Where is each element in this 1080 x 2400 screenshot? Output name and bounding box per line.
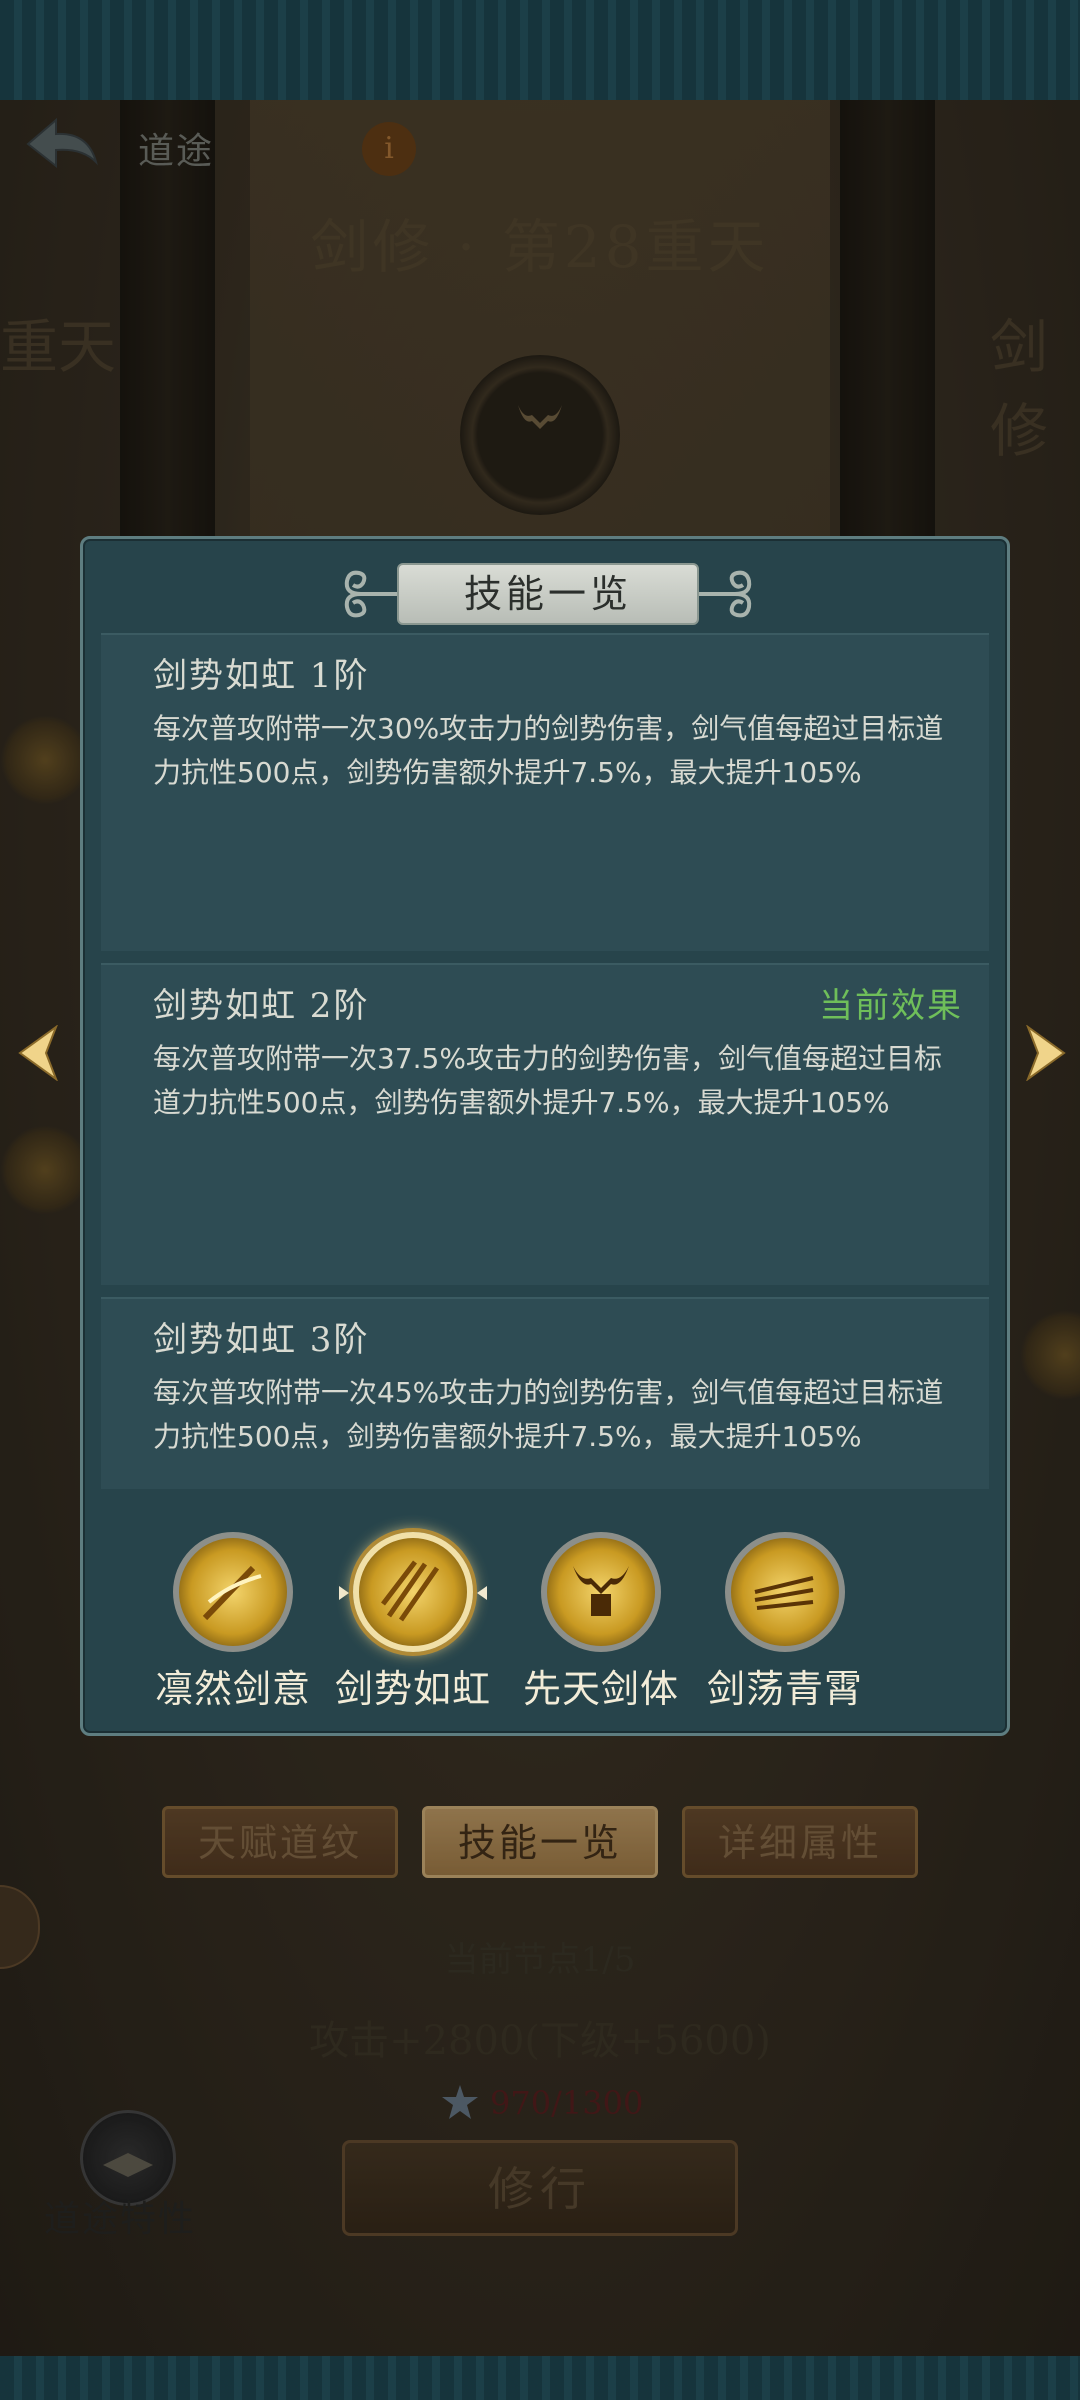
- skill-option-selected[interactable]: 剑势如虹: [323, 1532, 503, 1722]
- sword-slash-icon: [173, 1532, 293, 1652]
- tier-description: 每次普攻附带一次45%攻击力的剑势伤害，剑气值每超过目标道力抗性500点，剑势伤…: [153, 1376, 944, 1453]
- tier-description: 每次普攻附带一次37.5%攻击力的剑势伤害，剑气值每超过目标道力抗性500点，剑…: [153, 1042, 942, 1119]
- skill-overview-dialog: 技能一览 剑势如虹 1阶 每次普攻附带一次30%攻击力的剑势伤害，剑气值每超过目…: [80, 536, 1010, 1736]
- flying-swords-icon: [725, 1532, 845, 1652]
- top-decor-strip: [0, 0, 1080, 100]
- tier-description: 每次普攻附带一次30%攻击力的剑势伤害，剑气值每超过目标道力抗性500点，剑势伤…: [153, 712, 944, 789]
- current-effect-badge: 当前效果: [819, 986, 963, 1026]
- skill-label: 先天剑体: [522, 1667, 679, 1711]
- tier-card-1: 剑势如虹 1阶 每次普攻附带一次30%攻击力的剑势伤害，剑气值每超过目标道力抗性…: [101, 633, 989, 951]
- prev-arrow-icon[interactable]: [18, 1025, 58, 1081]
- scroll-ornament-icon: [344, 570, 397, 618]
- skill-label: 剑势如虹: [334, 1667, 491, 1711]
- sword-rain-icon: [353, 1532, 473, 1652]
- tier-card-3: 剑势如虹 3阶 每次普攻附带一次45%攻击力的剑势伤害，剑气值每超过目标道力抗性…: [101, 1297, 989, 1489]
- tier-card-2: 剑势如虹 2阶 当前效果 每次普攻附带一次37.5%攻击力的剑势伤害，剑气值每超…: [101, 963, 989, 1285]
- horned-mask-icon: [541, 1532, 661, 1652]
- skill-option[interactable]: 先天剑体: [511, 1532, 691, 1722]
- tier-name: 剑势如虹 3阶: [153, 1320, 370, 1360]
- skill-label: 凛然剑意: [154, 1667, 311, 1711]
- skill-selector: 凛然剑意 剑势如虹 先天剑体 剑荡青霄: [83, 1532, 1013, 1722]
- skill-label: 剑荡青霄: [706, 1667, 863, 1711]
- bottom-decor-strip: [0, 2356, 1080, 2400]
- dialog-title: 技能一览: [397, 563, 699, 625]
- skill-option[interactable]: 凛然剑意: [143, 1532, 323, 1722]
- next-arrow-icon[interactable]: [1026, 1025, 1066, 1081]
- skill-option[interactable]: 剑荡青霄: [695, 1532, 875, 1722]
- selection-marker: [477, 1586, 487, 1600]
- tier-name: 剑势如虹 1阶: [153, 656, 370, 696]
- scroll-ornament-icon: [699, 570, 752, 618]
- selection-marker: [339, 1586, 349, 1600]
- dialog-header: 技能一览: [339, 559, 757, 629]
